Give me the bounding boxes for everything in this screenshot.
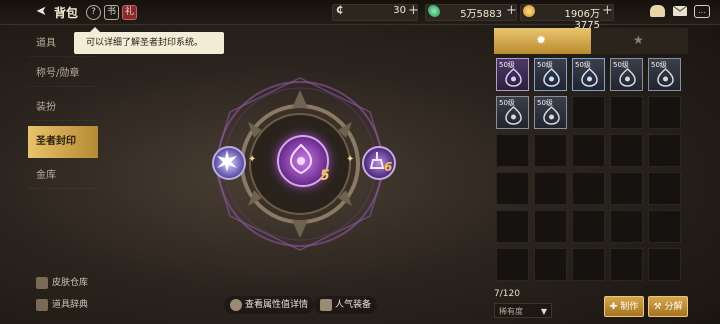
craft-label: 制作 [620, 302, 639, 312]
inventory-item-slot[interactable]: 50级 [496, 96, 529, 129]
mail-icon[interactable] [673, 6, 687, 16]
right-seal-level: 6 [384, 160, 393, 174]
seal-item-icon [657, 68, 674, 87]
inventory-empty-slot[interactable] [534, 248, 567, 281]
inventory-item-slot[interactable]: 50级 [610, 58, 643, 91]
c-currency-icon: ₵ [336, 5, 343, 16]
currency-2-value: 5万5883 [460, 9, 502, 20]
wardrobe-link[interactable]: 皮肤仓库 [36, 275, 88, 289]
inventory-empty-slot[interactable] [610, 210, 643, 243]
dictionary-link[interactable]: 道具辞典 [36, 297, 88, 311]
dictionary-label: 道具辞典 [52, 300, 89, 310]
starburst-icon [217, 150, 237, 172]
inventory-panel: ✹ ★ 50级 50级 50级 50级 50级 50级 50级 [494, 28, 688, 284]
tab-favorites[interactable]: ★ [591, 28, 688, 54]
seal-item-icon [505, 68, 522, 87]
currency-3-add-button[interactable]: + [602, 3, 613, 18]
help-icon[interactable]: ? [86, 5, 101, 20]
pet-icon[interactable] [650, 5, 665, 17]
sidebar-item-costume[interactable]: 装扮 [28, 94, 98, 121]
inventory-count: 7/120 [494, 289, 520, 299]
inventory-empty-slot[interactable] [572, 210, 605, 243]
gift-icon[interactable]: 礼 [122, 5, 137, 20]
inventory-item-slot[interactable]: 50级 [534, 58, 567, 91]
disassemble-button[interactable]: ⚒ 分解 [648, 296, 688, 317]
star-icon: ★ [633, 33, 644, 47]
inventory-empty-slot[interactable] [572, 248, 605, 281]
back-arrow-icon[interactable]: ➤ [36, 4, 47, 19]
game-screen: { "header": { "back_glyph": "➤", "title"… [0, 0, 720, 324]
inventory-item-slot[interactable]: 50级 [572, 58, 605, 91]
inventory-empty-slot[interactable] [496, 134, 529, 167]
inventory-empty-slot[interactable] [610, 248, 643, 281]
inventory-empty-slot[interactable] [610, 134, 643, 167]
popular-equipment-label: 人气装备 [335, 300, 372, 310]
left-seal-slot[interactable] [212, 146, 246, 180]
craft-icon: ✚ [609, 302, 618, 312]
view-details-label: 查看属性值详情 [245, 300, 309, 310]
seal-item-icon [543, 106, 560, 125]
chevron-down-icon: ▼ [540, 307, 547, 316]
inventory-empty-slot[interactable] [496, 248, 529, 281]
wardrobe-label: 皮肤仓库 [52, 278, 89, 288]
codex-icon[interactable]: 书 [104, 5, 119, 20]
green-gem-icon [428, 5, 440, 17]
seal-emblem-icon [289, 143, 313, 175]
inventory-empty-slot[interactable] [534, 172, 567, 205]
inventory-empty-slot[interactable] [496, 172, 529, 205]
sun-icon: ✹ [536, 33, 547, 47]
sort-dropdown-value: 稀有度 [499, 307, 523, 316]
inventory-empty-slot[interactable] [648, 248, 681, 281]
chat-icon[interactable]: … [694, 5, 710, 18]
inventory-empty-slot[interactable] [496, 210, 529, 243]
inventory-empty-slot[interactable] [648, 210, 681, 243]
inventory-empty-slot[interactable] [572, 134, 605, 167]
seal-item-icon [581, 68, 598, 87]
inventory-empty-slot[interactable] [648, 134, 681, 167]
inventory-empty-slot[interactable] [572, 96, 605, 129]
right-spark-icon: ✦ [346, 154, 355, 165]
gold-coin-icon [523, 5, 535, 17]
sort-dropdown[interactable]: 稀有度 ▼ [494, 303, 552, 318]
view-details-button[interactable]: 查看属性值详情 [224, 296, 315, 314]
center-seal-level: 5 [320, 168, 330, 184]
inventory-empty-slot[interactable] [648, 96, 681, 129]
inventory-empty-slot[interactable] [534, 134, 567, 167]
inventory-empty-slot[interactable] [648, 172, 681, 205]
help-tooltip: 可以详细了解圣者封印系统。 [74, 27, 224, 54]
sidebar-item-titles[interactable]: 称号/勋章 [28, 60, 98, 87]
sidebar-item-holy-seal[interactable]: 圣者封印 [28, 126, 98, 158]
inventory-empty-slot[interactable] [610, 172, 643, 205]
inventory-item-slot[interactable]: 50级 [648, 58, 681, 91]
inventory-empty-slot[interactable] [572, 172, 605, 205]
page-title: 背包 [54, 6, 79, 20]
dictionary-icon [36, 298, 48, 311]
currency-2-add-button[interactable]: + [506, 3, 517, 18]
seal-item-icon [543, 68, 560, 87]
disassemble-label: 分解 [664, 302, 683, 312]
disassemble-icon: ⚒ [653, 302, 662, 312]
magnifier-icon [230, 298, 242, 311]
seal-item-icon [505, 106, 522, 125]
crown-icon [320, 298, 332, 311]
inventory-empty-slot[interactable] [534, 210, 567, 243]
currency-1-add-button[interactable]: + [408, 3, 419, 18]
seal-item-icon [619, 68, 636, 87]
currency-1-value: 30 [393, 5, 406, 16]
inventory-item-slot[interactable]: 50级 [534, 96, 567, 129]
popular-equipment-button[interactable]: 人气装备 [314, 296, 378, 314]
craft-button[interactable]: ✚ 制作 [604, 296, 644, 317]
sidebar-item-vault[interactable]: 金库 [28, 162, 98, 189]
tab-seal[interactable]: ✹ [494, 28, 591, 54]
top-bar: ➤ 背包 ? 书 礼 ₵ 30 + 5万5883 + 1906万3775 + … [0, 0, 720, 31]
left-spark-icon: ✦ [248, 154, 257, 165]
inventory-empty-slot[interactable] [610, 96, 643, 129]
inventory-item-slot[interactable]: 50级 [496, 58, 529, 91]
wardrobe-icon [36, 276, 48, 289]
